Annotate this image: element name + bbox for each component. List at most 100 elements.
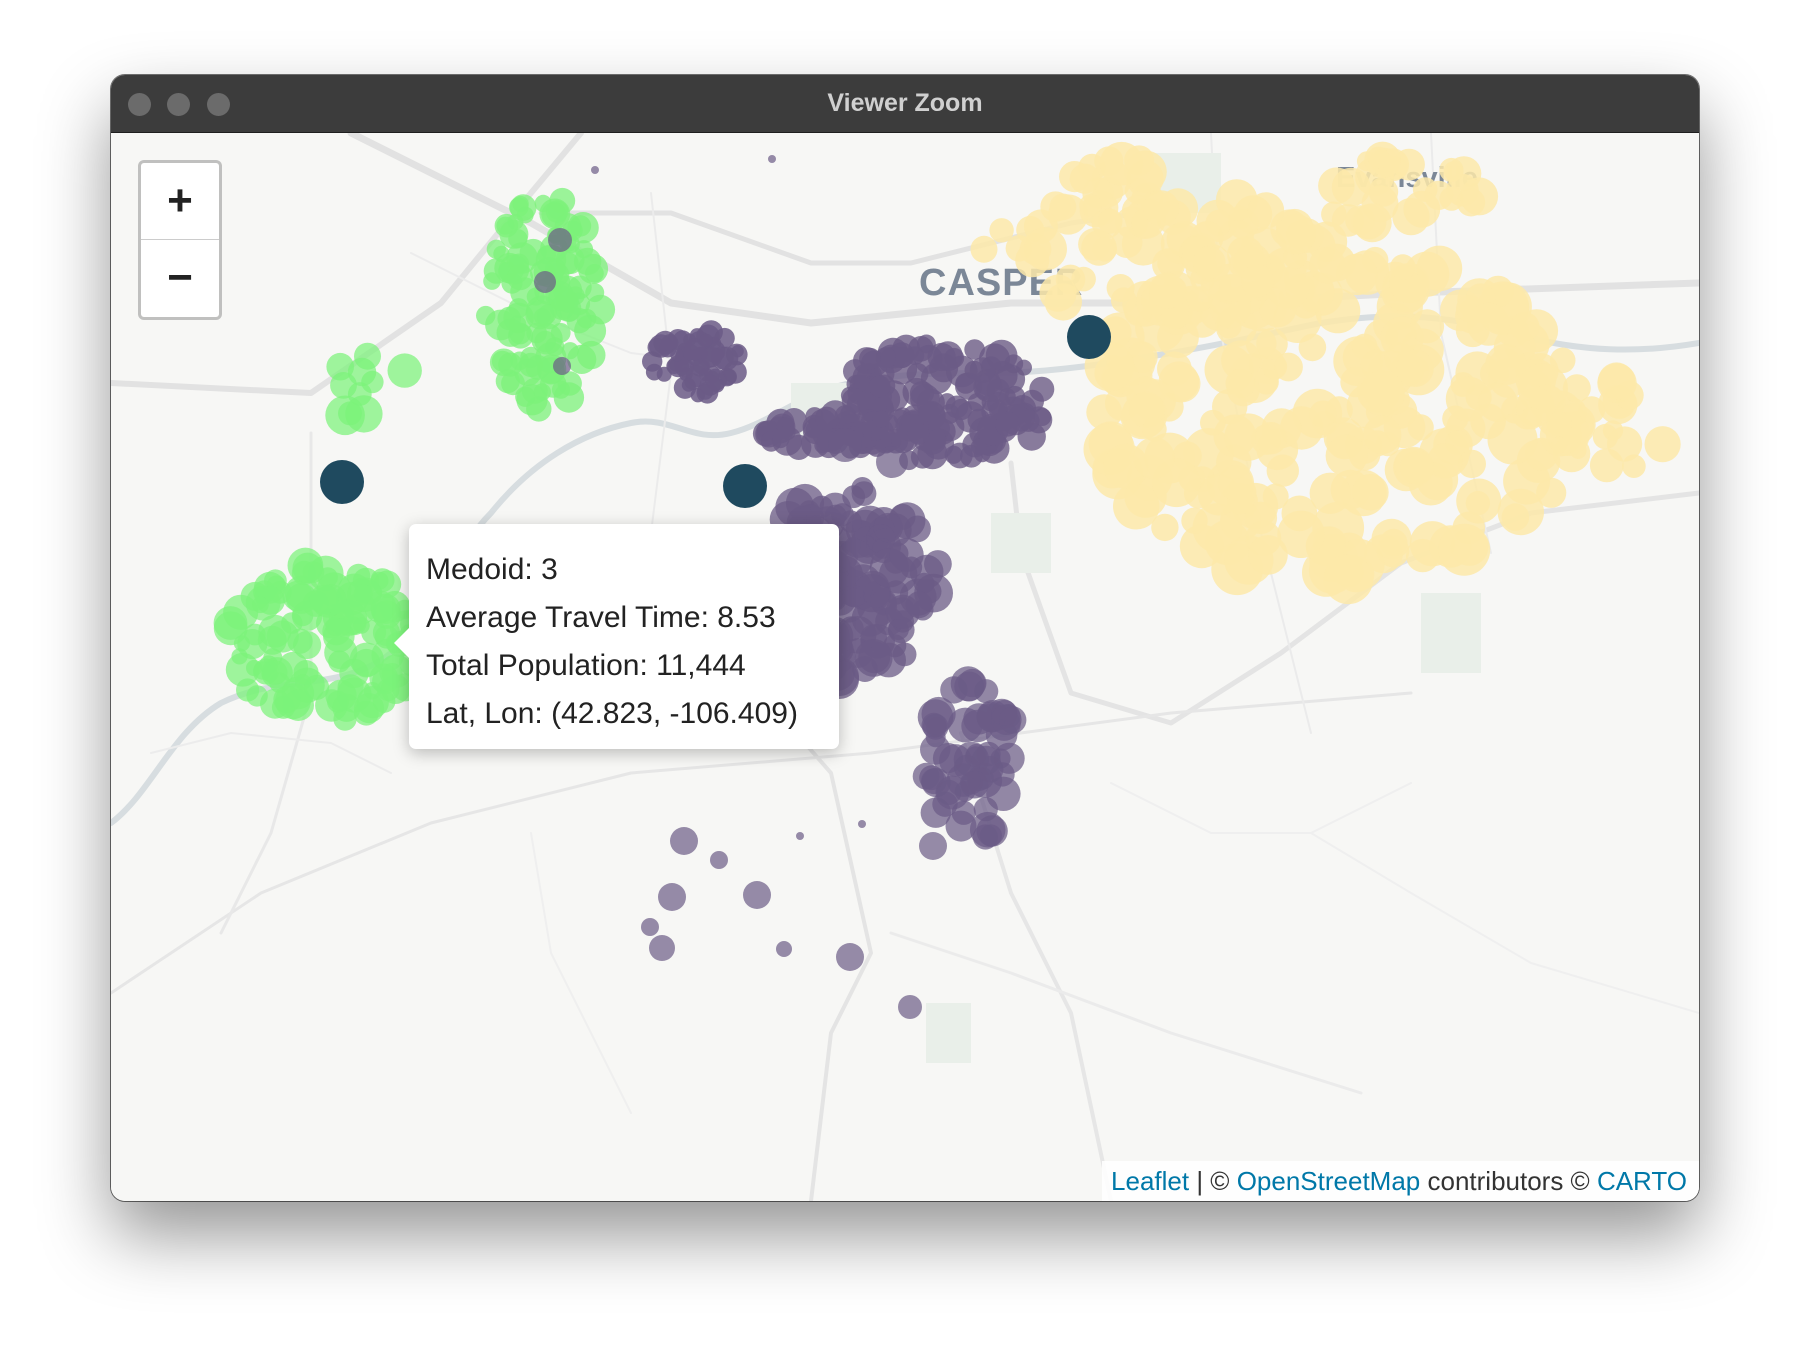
cluster-point-green[interactable] — [525, 355, 551, 380]
cluster-point-yellow[interactable] — [1097, 208, 1123, 234]
cluster-point-yellow[interactable] — [1247, 192, 1285, 229]
cluster-point-green[interactable] — [353, 584, 373, 604]
cluster-point-green[interactable] — [252, 596, 269, 614]
cluster-point-yellow[interactable] — [1550, 436, 1568, 454]
cluster-point-purple[interactable] — [898, 995, 922, 1019]
cluster-point-yellow[interactable] — [1470, 403, 1506, 440]
cluster-point-purple[interactable] — [699, 333, 713, 347]
cluster-point-yellow[interactable] — [1193, 246, 1226, 279]
cluster-point-green[interactable] — [561, 342, 579, 360]
cluster-point-purple[interactable] — [548, 228, 572, 252]
cluster-point-purple[interactable] — [768, 155, 776, 163]
cluster-point-purple[interactable] — [872, 410, 890, 428]
cluster-point-yellow[interactable] — [1390, 254, 1416, 280]
cluster-point-yellow[interactable] — [1309, 400, 1337, 428]
cluster-point-purple[interactable] — [907, 423, 930, 445]
cluster-point-yellow[interactable] — [1562, 374, 1591, 403]
cluster-point-purple[interactable] — [889, 537, 924, 572]
cluster-point-purple[interactable] — [776, 941, 792, 957]
cluster-point-green[interactable] — [483, 258, 510, 284]
cluster-point-yellow[interactable] — [1510, 312, 1540, 342]
cluster-point-yellow[interactable] — [1110, 287, 1137, 313]
cluster-point-purple[interactable] — [649, 935, 675, 961]
cluster-point-yellow[interactable] — [1274, 352, 1303, 382]
cluster-point-yellow[interactable] — [1225, 368, 1256, 399]
cluster-point-purple[interactable] — [815, 406, 839, 430]
cluster-point-yellow[interactable] — [1403, 190, 1441, 228]
cluster-point-purple[interactable] — [858, 820, 866, 828]
cluster-point-green[interactable] — [516, 206, 534, 224]
leaflet-map[interactable]: CASPER Evansville + − Medoid: 3 Average … — [111, 133, 1699, 1201]
cluster-point-yellow[interactable] — [1079, 194, 1102, 217]
cluster-point-yellow[interactable] — [1241, 264, 1275, 298]
cluster-point-green[interactable] — [503, 302, 534, 333]
cluster-point-green[interactable] — [353, 617, 370, 634]
cluster-point-green[interactable] — [282, 580, 313, 611]
cluster-point-purple[interactable] — [699, 374, 721, 396]
cluster-point-yellow[interactable] — [1396, 349, 1434, 387]
cluster-point-yellow[interactable] — [1352, 473, 1389, 511]
cluster-point-purple[interactable] — [828, 428, 862, 462]
medoid-marker-3[interactable] — [320, 460, 364, 504]
cluster-point-purple[interactable] — [927, 342, 956, 372]
cluster-point-green[interactable] — [489, 348, 518, 377]
cluster-point-yellow[interactable] — [970, 235, 998, 263]
cluster-point-purple[interactable] — [876, 446, 908, 478]
cluster-point-purple[interactable] — [553, 357, 571, 375]
cluster-point-yellow[interactable] — [1149, 272, 1186, 309]
cluster-point-yellow[interactable] — [1309, 472, 1352, 514]
carto-link[interactable]: CARTO — [1597, 1166, 1687, 1196]
cluster-point-purple[interactable] — [951, 800, 976, 825]
cluster-point-purple[interactable] — [591, 166, 599, 174]
cluster-point-purple[interactable] — [656, 366, 672, 382]
cluster-point-yellow[interactable] — [1546, 411, 1572, 437]
cluster-point-yellow[interactable] — [989, 218, 1014, 243]
cluster-point-yellow[interactable] — [1049, 193, 1077, 221]
cluster-point-green[interactable] — [566, 286, 585, 305]
cluster-point-purple[interactable] — [670, 347, 684, 362]
cluster-point-yellow[interactable] — [1143, 190, 1180, 227]
cluster-point-yellow[interactable] — [1443, 161, 1464, 182]
cluster-point-purple[interactable] — [913, 572, 935, 594]
cluster-point-purple[interactable] — [851, 477, 874, 499]
cluster-point-green[interactable] — [553, 382, 585, 413]
openstreetmap-link[interactable]: OpenStreetMap — [1237, 1166, 1421, 1196]
cluster-point-yellow[interactable] — [1597, 362, 1636, 400]
cluster-point-purple[interactable] — [955, 373, 977, 394]
cluster-point-green[interactable] — [372, 690, 396, 713]
cluster-point-purple[interactable] — [950, 666, 986, 702]
cluster-point-yellow[interactable] — [1133, 437, 1175, 479]
cluster-point-yellow[interactable] — [1099, 141, 1144, 186]
cluster-point-green[interactable] — [332, 618, 351, 637]
cluster-point-green[interactable] — [292, 552, 323, 583]
cluster-point-yellow[interactable] — [1467, 302, 1510, 346]
cluster-point-yellow[interactable] — [1275, 213, 1317, 255]
cluster-point-green[interactable] — [381, 663, 403, 684]
cluster-point-yellow[interactable] — [1158, 361, 1200, 402]
cluster-point-purple[interactable] — [989, 402, 1007, 420]
cluster-point-yellow[interactable] — [1245, 328, 1277, 359]
cluster-point-green[interactable] — [550, 322, 571, 343]
cluster-point-yellow[interactable] — [1200, 409, 1226, 436]
cluster-point-green[interactable] — [476, 305, 496, 326]
cluster-point-yellow[interactable] — [1262, 483, 1289, 510]
cluster-point-yellow[interactable] — [1267, 267, 1310, 310]
zoom-in-button[interactable]: + — [141, 163, 219, 240]
cluster-point-yellow[interactable] — [1039, 274, 1077, 312]
cluster-point-yellow[interactable] — [1399, 450, 1435, 485]
cluster-point-purple[interactable] — [906, 362, 929, 385]
cluster-point-yellow[interactable] — [1367, 146, 1390, 169]
cluster-point-purple[interactable] — [932, 743, 964, 774]
cluster-point-yellow[interactable] — [1410, 309, 1445, 344]
cluster-point-purple[interactable] — [796, 832, 804, 840]
cluster-point-green[interactable] — [309, 584, 339, 614]
cluster-point-green[interactable] — [246, 685, 268, 707]
cluster-point-purple[interactable] — [681, 378, 696, 392]
cluster-point-yellow[interactable] — [1607, 426, 1643, 462]
cluster-point-yellow[interactable] — [1460, 177, 1499, 216]
leaflet-link[interactable]: Leaflet — [1111, 1166, 1189, 1196]
cluster-point-yellow[interactable] — [1644, 426, 1681, 463]
map-canvas[interactable]: CASPER Evansville — [111, 133, 1699, 1201]
cluster-point-purple[interactable] — [905, 591, 933, 619]
cluster-point-purple[interactable] — [845, 537, 861, 553]
